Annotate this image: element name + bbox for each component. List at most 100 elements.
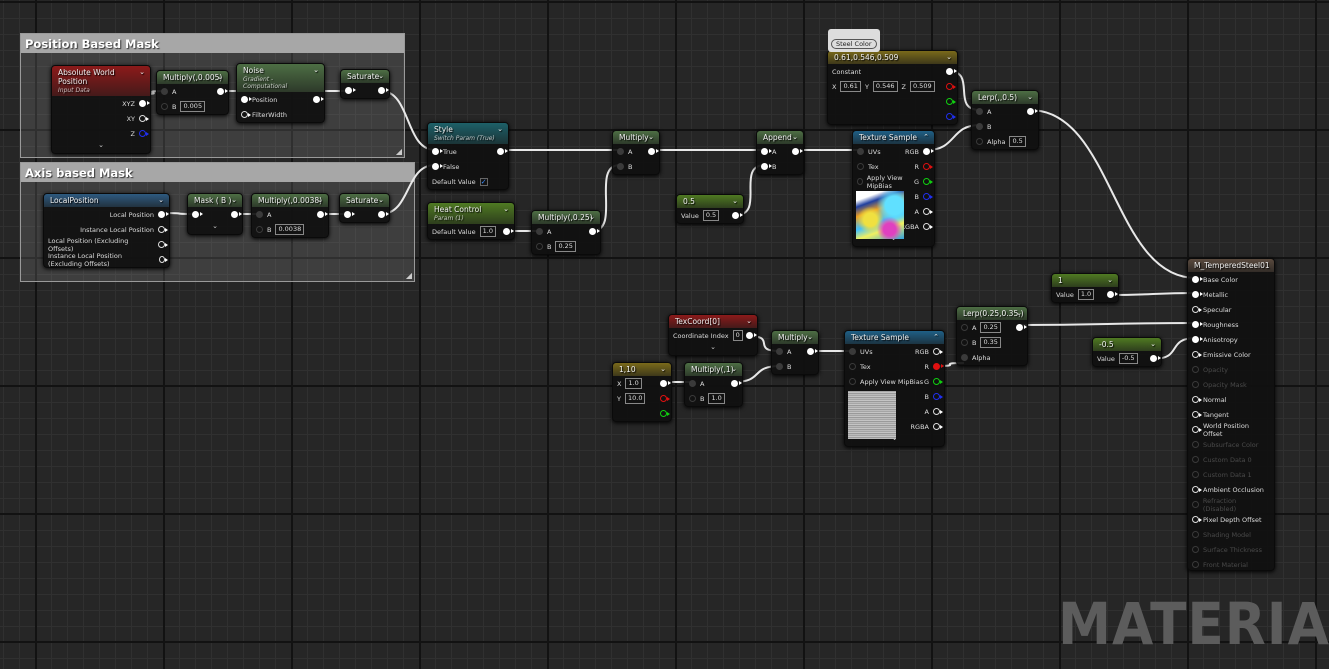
output-pin[interactable] [158, 241, 168, 248]
input-pin[interactable] [1192, 531, 1199, 538]
value-field[interactable]: 1.0 [479, 226, 497, 237]
input-pin[interactable] [1192, 546, 1199, 553]
expand-chevron-icon[interactable]: ⌄ [188, 222, 242, 234]
output-pin[interactable] [139, 100, 150, 107]
comment-title[interactable]: Axis based Mask [21, 163, 414, 182]
chevron-down-icon[interactable]: ⌄ [1107, 276, 1113, 284]
input-pin[interactable] [256, 226, 263, 233]
default-value-checkbox[interactable]: ✓ [479, 177, 488, 186]
node-c110[interactable]: 1,10 ⌄ X 1.0 Y 10.0 [612, 362, 672, 422]
resize-grip-icon[interactable]: ◢ [396, 147, 402, 156]
node-multiply2[interactable]: Multiply ⌄ A B [771, 330, 819, 375]
output-pin[interactable] [732, 212, 743, 219]
input-pin[interactable] [961, 324, 968, 331]
output-pin[interactable] [923, 178, 933, 185]
output-pin[interactable] [217, 88, 228, 95]
input-pin[interactable] [857, 163, 864, 170]
output-pin[interactable] [139, 130, 149, 137]
collapse-arrow-icon[interactable]: ⌃ [923, 133, 929, 141]
input-pin[interactable] [256, 211, 263, 218]
chevron-down-icon[interactable]: ⌄ [946, 53, 952, 61]
output-pin[interactable] [648, 148, 659, 155]
node-header[interactable]: Multiply ⌄ [613, 131, 659, 144]
node-const3[interactable]: 0.61,0.546,0.509 ⌄ Constant X 0.61 Y 0.546 Z 0.5… [827, 50, 958, 125]
output-pin[interactable] [497, 148, 508, 155]
chevron-down-icon[interactable]: ⌄ [792, 133, 798, 141]
input-pin[interactable] [976, 108, 983, 115]
node-sat1[interactable]: Saturate ⌄ [340, 69, 390, 99]
input-pin[interactable] [1192, 321, 1203, 328]
component-value-field[interactable]: 0.546 [872, 81, 898, 92]
input-pin[interactable] [1192, 411, 1202, 418]
input-pin[interactable] [192, 211, 203, 218]
chevron-down-icon[interactable]: ⌄ [648, 133, 654, 141]
node-header[interactable]: Mask ( B ) ⌄ [188, 194, 242, 207]
output-pin[interactable] [946, 68, 957, 75]
input-pin[interactable] [1192, 486, 1202, 493]
output-pin[interactable] [1150, 355, 1161, 362]
value-field[interactable]: 0.25 [555, 241, 576, 252]
material-graph-canvas[interactable]: Position Based Mask ◢ Axis based Mask ◢ … [0, 0, 1329, 669]
output-pin[interactable] [1016, 324, 1027, 331]
chevron-down-icon[interactable]: ⌄ [807, 333, 813, 341]
chevron-down-icon[interactable]: ⌄ [746, 317, 752, 325]
node-header[interactable]: Lerp(,,0.5) ⌄ [972, 91, 1038, 104]
node-lerp2[interactable]: Lerp(0.25,0.35,) ⌄ A 0.25 B 0.35 Alpha [956, 306, 1028, 366]
node-multiply1[interactable]: Multiply ⌄ A B [612, 130, 660, 175]
collapse-arrow-icon[interactable]: ⌃ [933, 333, 939, 341]
value-field[interactable]: 0.0038 [275, 224, 305, 235]
node-header[interactable]: TexCoord[0] ⌄ [669, 315, 757, 328]
input-pin[interactable] [536, 228, 543, 235]
node-half[interactable]: 0.5 ⌄ Value 0.5 [676, 194, 744, 224]
output-pin[interactable] [313, 96, 324, 103]
input-pin[interactable] [617, 163, 624, 170]
node-header[interactable]: Style Switch Param (True) ⌄ [428, 123, 508, 144]
node-header[interactable]: Lerp(0.25,0.35,) ⌄ [957, 307, 1027, 320]
input-pin[interactable] [776, 363, 783, 370]
chevron-down-icon[interactable]: ⌄ [231, 196, 237, 204]
input-pin[interactable] [432, 163, 443, 170]
value-field[interactable]: 0.25 [980, 322, 1001, 333]
output-pin[interactable] [933, 363, 944, 370]
resize-grip-icon[interactable]: ◢ [406, 271, 412, 280]
input-pin[interactable] [161, 103, 168, 110]
value-field[interactable]: 0.5 [1009, 136, 1026, 147]
node-header[interactable]: Absolute World Position Input Data ⌄ [52, 66, 150, 96]
input-pin[interactable] [1192, 561, 1199, 568]
chevron-down-icon[interactable]: ⌄ [378, 196, 384, 204]
node-maskb[interactable]: Mask ( B ) ⌄ ⌄ [187, 193, 243, 235]
node-header[interactable]: 1 ⌄ [1052, 274, 1118, 287]
node-header[interactable]: M_TemperedSteel01 [1188, 259, 1274, 272]
input-pin[interactable] [1192, 471, 1199, 478]
node-mul005[interactable]: Multiply(,0.005) ⌄ A B 0.005 [156, 70, 229, 115]
node-header[interactable]: Saturate ⌄ [340, 194, 389, 207]
input-pin[interactable] [1192, 396, 1202, 403]
output-pin[interactable] [807, 348, 818, 355]
input-pin[interactable] [976, 138, 983, 145]
input-pin[interactable] [1192, 366, 1199, 373]
comment-title[interactable]: Position Based Mask [21, 34, 404, 53]
input-pin[interactable] [1192, 336, 1203, 343]
output-pin[interactable] [589, 228, 600, 235]
input-pin[interactable] [432, 148, 443, 155]
chevron-down-icon[interactable]: ⌄ [731, 365, 737, 373]
node-header[interactable]: -0.5 ⌄ [1093, 338, 1161, 351]
node-header[interactable]: Texture Sample ⌃ [853, 131, 934, 144]
chevron-down-icon[interactable]: ⌄ [378, 72, 384, 80]
wire-connection[interactable] [1109, 292, 1197, 296]
value-field[interactable]: 0.35 [980, 337, 1001, 348]
input-pin[interactable] [849, 363, 856, 370]
chevron-down-icon[interactable]: ⌄ [1027, 93, 1033, 101]
input-pin[interactable] [857, 148, 864, 155]
value-field[interactable]: 1.0 [708, 393, 725, 404]
node-header[interactable]: Multiply(,0.005) ⌄ [157, 71, 228, 84]
value-field[interactable]: 0 [732, 330, 743, 341]
output-pin[interactable] [660, 380, 671, 387]
input-pin[interactable] [617, 148, 624, 155]
node-mul1[interactable]: Multiply(,1) ⌄ A B 1.0 [684, 362, 743, 407]
node-heat[interactable]: Heat Control Param (1) ⌄ Default Value 1.0 [427, 202, 515, 240]
node-header[interactable]: 1,10 ⌄ [613, 363, 671, 376]
chevron-down-icon[interactable]: ⌄ [1016, 309, 1022, 317]
input-pin[interactable] [1192, 426, 1202, 433]
input-pin[interactable] [976, 123, 983, 130]
